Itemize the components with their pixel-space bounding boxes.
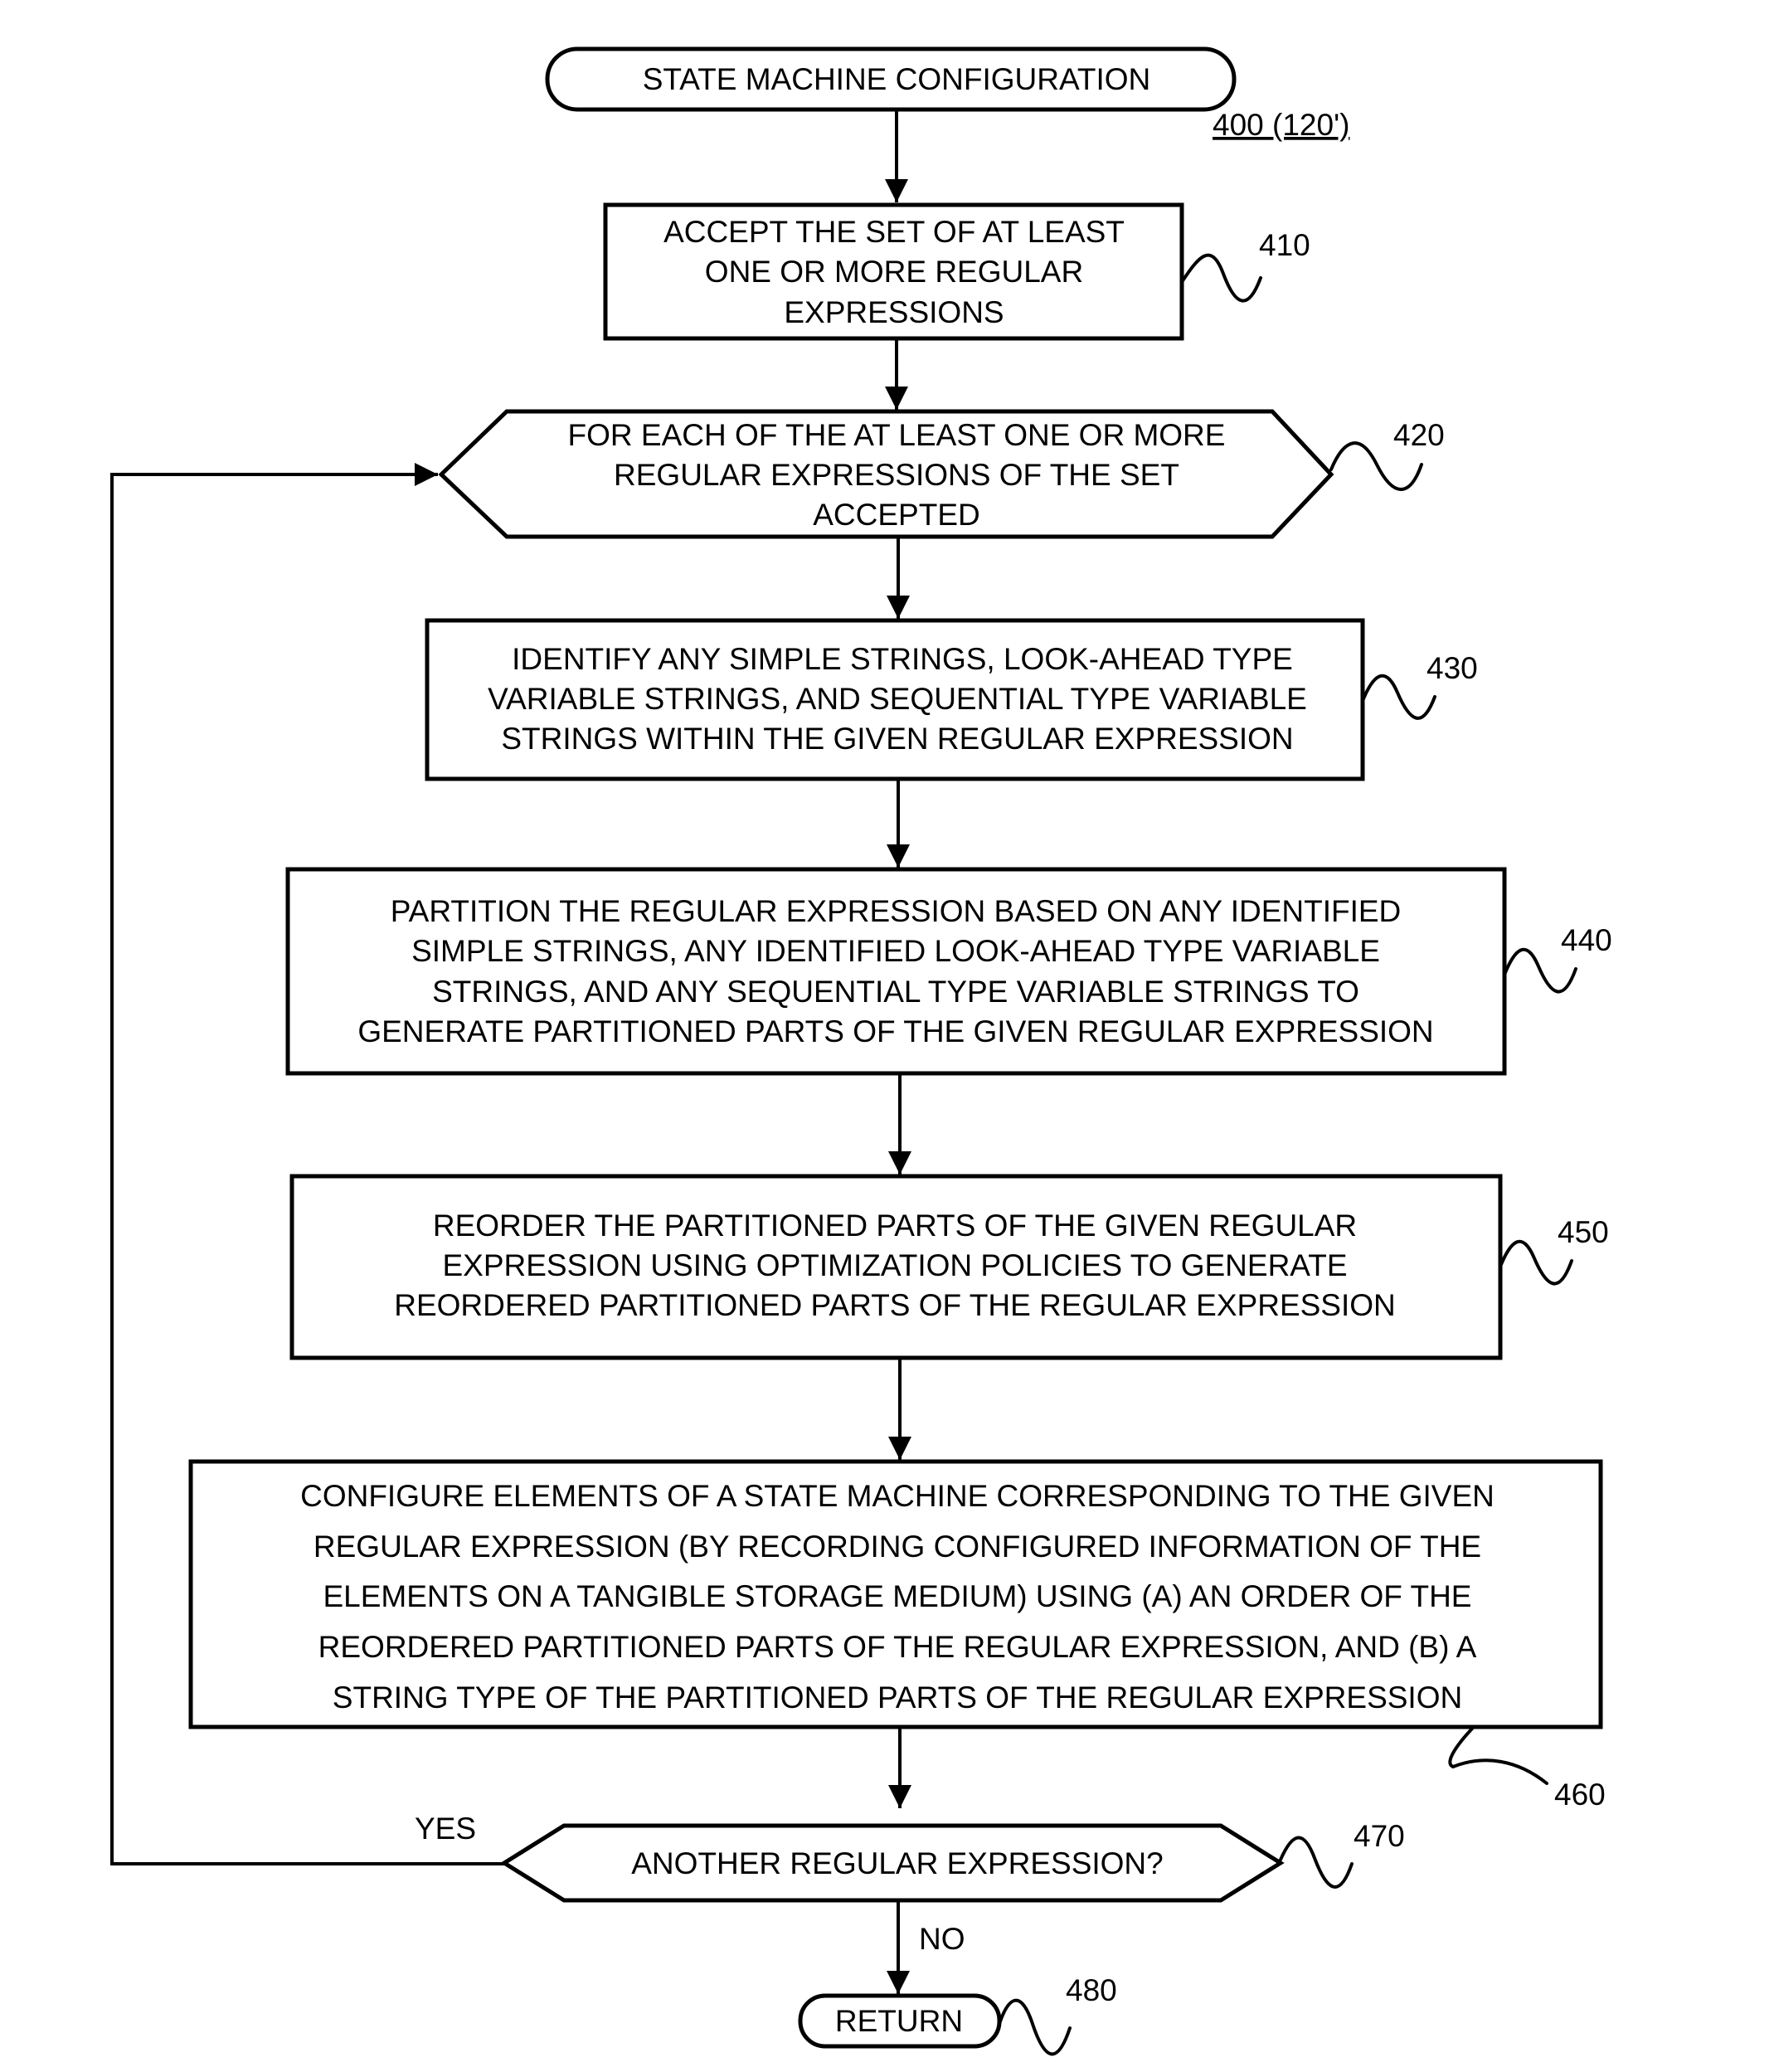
step-460-line-5: STRING TYPE OF THE PARTITIONED PARTS OF … [333,1680,1462,1715]
step-410: ACCEPT THE SET OF AT LEAST ONE OR MORE R… [603,202,1184,341]
step-420-line-1: FOR EACH OF THE AT LEAST ONE OR MORE [568,418,1226,452]
step-440-line-2: SIMPLE STRINGS, ANY IDENTIFIED LOOK-AHEA… [411,934,1380,968]
step-430-line-1: IDENTIFY ANY SIMPLE STRINGS, LOOK-AHEAD … [512,642,1293,676]
step-440-line-4: GENERATE PARTITIONED PARTS OF THE GIVEN … [357,1014,1433,1048]
step-410-ref: 410 [1259,228,1310,262]
step-460: CONFIGURE ELEMENTS OF A STATE MACHINE CO… [188,1459,1603,1729]
step-450-line-1: REORDER THE PARTITIONED PARTS OF THE GIV… [433,1209,1357,1243]
step-450: REORDER THE PARTITIONED PARTS OF THE GIV… [289,1174,1503,1360]
return-terminal-text: RETURN [835,2004,963,2038]
step-470: ANOTHER REGULAR EXPRESSION? [500,1823,1285,1903]
step-420-line-2: REGULAR EXPRESSIONS OF THE SET [614,458,1179,492]
step-430-line-3: STRINGS WITHIN THE GIVEN REGULAR EXPRESS… [501,722,1293,756]
no-label: NO [919,1922,965,1956]
step-410-line-1: ACCEPT THE SET OF AT LEAST [663,215,1125,249]
step-480-ref-wave-icon [998,1998,1072,2056]
step-420-ref: 420 [1393,418,1445,452]
step-430-line-2: VARIABLE STRINGS, AND SEQUENTIAL TYPE VA… [488,682,1307,716]
step-460-line-4: REORDERED PARTITIONED PARTS OF THE REGUL… [318,1630,1477,1664]
step-440-ref: 440 [1561,923,1612,957]
step-440-line-3: STRINGS, AND ANY SEQUENTIAL TYPE VARIABL… [432,975,1359,1009]
figure-reference-label: 400 (120') [1213,108,1349,142]
step-470-text: ANOTHER REGULAR EXPRESSION? [631,1846,1163,1880]
start-terminal: STATE MACHINE CONFIGURATION [545,46,1237,112]
step-480: RETURN [798,1993,1002,2049]
step-410-line-3: EXPRESSIONS [784,295,1004,329]
step-450-ref: 450 [1558,1215,1609,1249]
flowchart: STATE MACHINE CONFIGURATION 400 (120') A… [110,46,1612,2056]
step-480-ref: 480 [1066,1973,1117,2007]
step-420: FOR EACH OF THE AT LEAST ONE OR MORE REG… [438,409,1334,539]
step-460-ref-wave-icon [1448,1727,1548,1785]
yes-label: YES [415,1812,476,1846]
step-430: IDENTIFY ANY SIMPLE STRINGS, LOOK-AHEAD … [425,618,1365,781]
step-430-ref-wave-icon [1361,674,1436,720]
step-470-ref-wave-icon [1279,1836,1354,1889]
step-430-ref: 430 [1426,651,1478,685]
step-440: PARTITION THE REGULAR EXPRESSION BASED O… [285,867,1507,1076]
step-460-line-1: CONFIGURE ELEMENTS OF A STATE MACHINE CO… [300,1479,1495,1513]
step-410-line-2: ONE OR MORE REGULAR [705,255,1083,289]
step-420-line-3: ACCEPTED [813,498,979,532]
start-terminal-text: STATE MACHINE CONFIGURATION [643,62,1151,96]
step-450-line-2: EXPRESSION USING OPTIMIZATION POLICIES T… [442,1248,1347,1282]
step-410-ref-wave-icon [1180,253,1262,303]
step-460-line-2: REGULAR EXPRESSION (BY RECORDING CONFIGU… [313,1530,1481,1564]
step-460-line-3: ELEMENTS ON A TANGIBLE STORAGE MEDIUM) U… [323,1579,1472,1613]
step-450-line-3: REORDERED PARTITIONED PARTS OF THE REGUL… [394,1288,1396,1322]
step-460-ref: 460 [1554,1778,1606,1812]
step-440-line-1: PARTITION THE REGULAR EXPRESSION BASED O… [391,894,1402,928]
step-470-ref: 470 [1354,1819,1405,1853]
